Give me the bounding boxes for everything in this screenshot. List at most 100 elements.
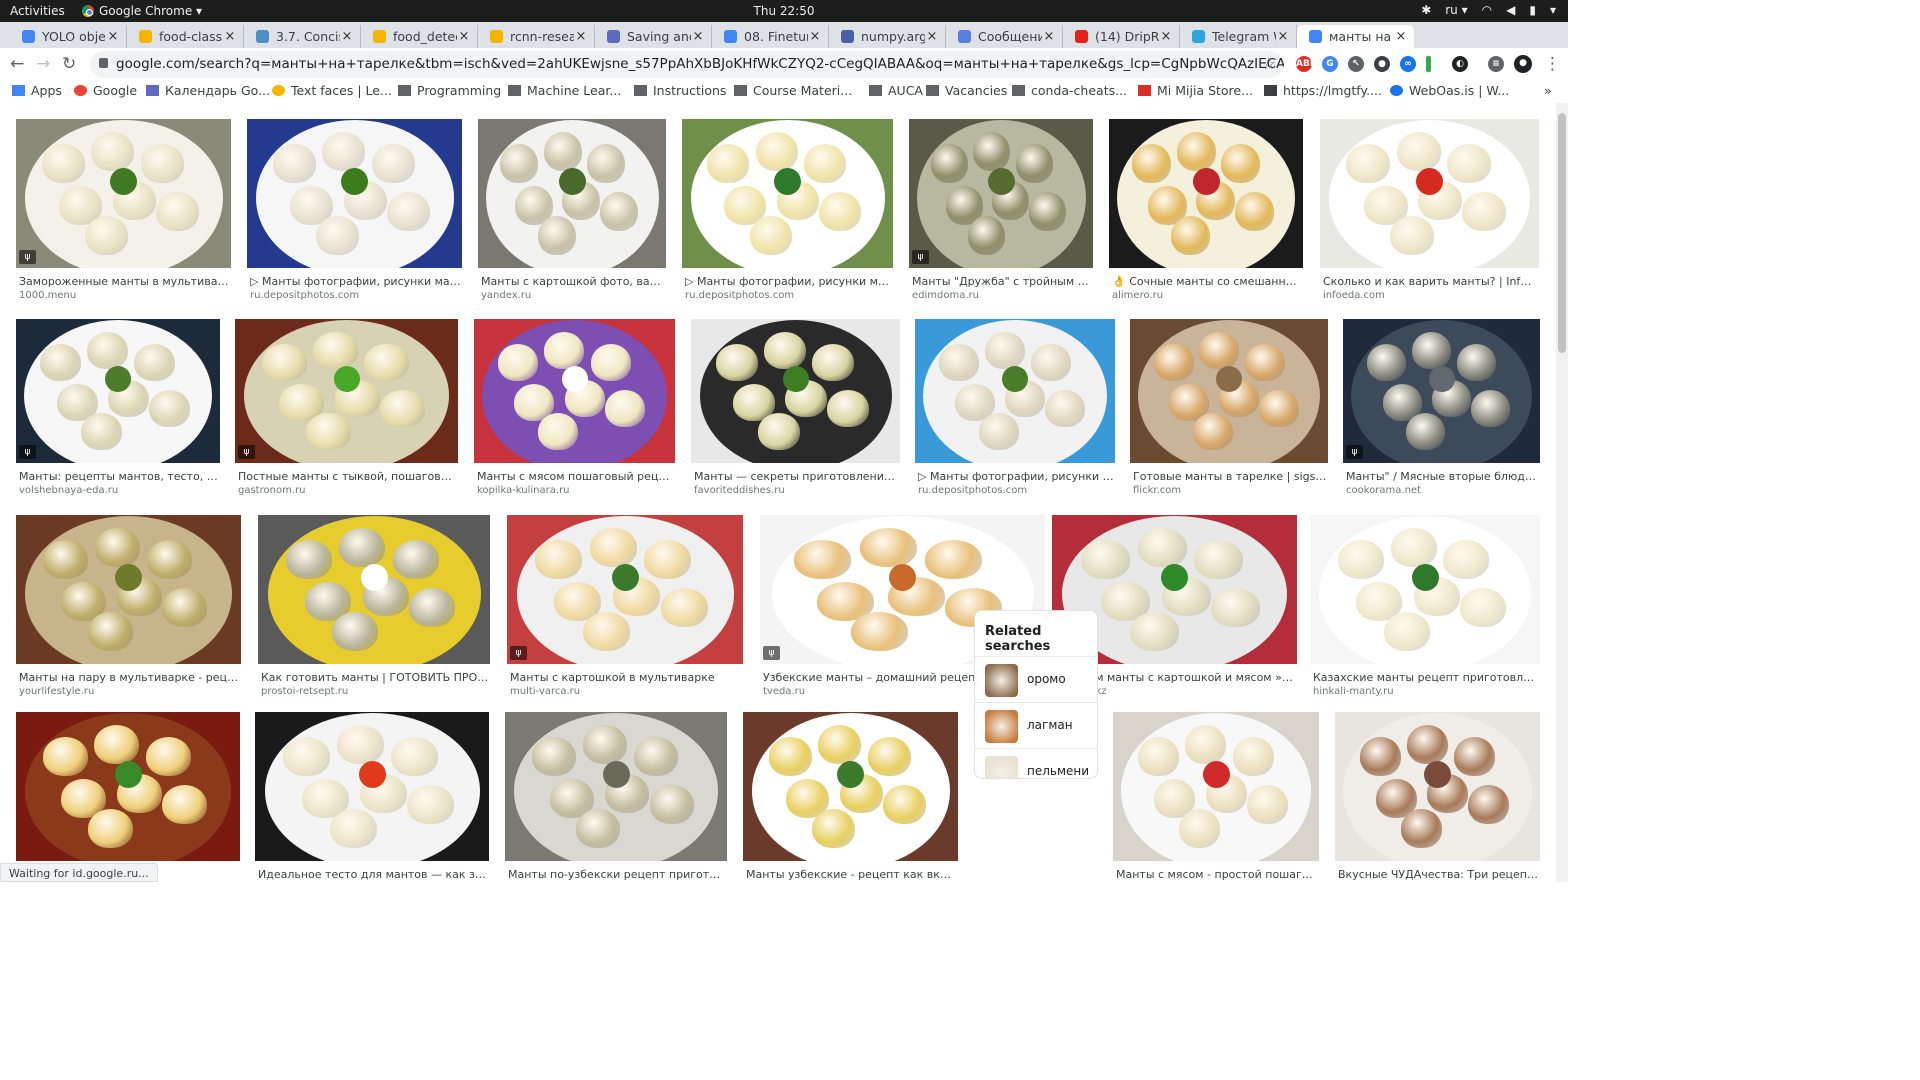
- browser-tab[interactable]: манты на та×: [1297, 25, 1414, 48]
- result-caption[interactable]: Как готовить манты | ГОТОВИТЬ ПРОСТО!: [261, 671, 489, 684]
- bar-extension-icon[interactable]: [1426, 56, 1431, 72]
- result-caption[interactable]: Сколько и как варить манты? | InfoEda.co…: [1323, 275, 1538, 288]
- result-thumbnail[interactable]: [1320, 119, 1539, 268]
- browser-tab[interactable]: Saving and ×: [595, 25, 712, 48]
- image-result[interactable]: Манты с мясом пошаговый рецепт бы... kopi…: [474, 319, 675, 499]
- scrollbar[interactable]: [1556, 103, 1568, 882]
- image-result[interactable]: Манты с мясом - простой пошаговый р...: [1113, 712, 1319, 882]
- result-caption[interactable]: Манты с картошкой фото, вареные ...: [481, 275, 665, 288]
- result-thumbnail[interactable]: [478, 119, 666, 268]
- image-result[interactable]: ▷ Манты фотографии, рисунки манти | ск..…: [682, 119, 893, 304]
- browser-tab[interactable]: food-classif ×: [127, 25, 244, 48]
- system-tray[interactable]: ✱ ru ▾ ◠ ◀ ▮ ▾: [1421, 3, 1556, 17]
- tab-close-icon[interactable]: ×: [1159, 29, 1173, 44]
- browser-tab[interactable]: numpy.argr×: [829, 25, 946, 48]
- tab-close-icon[interactable]: ×: [457, 29, 471, 44]
- bookmark-item[interactable]: AUCA: [869, 83, 923, 98]
- image-result[interactable]: ψ Постные манты с тыквой, пошаговый реце.…: [235, 319, 458, 499]
- browser-tab[interactable]: 08. Finetun ×: [712, 25, 829, 48]
- bookmark-item[interactable]: Programming: [398, 83, 501, 98]
- related-search-item[interactable]: лагман: [975, 703, 1097, 749]
- result-caption[interactable]: Постные манты с тыквой, пошаговый реце..…: [238, 470, 457, 483]
- result-caption[interactable]: Казахские манты рецепт приготовления пош…: [1313, 671, 1539, 684]
- result-caption[interactable]: Манты" / Мясные вторые блюда / Кук...: [1346, 470, 1539, 483]
- image-result[interactable]: Вкусные ЧУДАчества: Три рецепта в од...: [1335, 712, 1540, 882]
- bookmark-item[interactable]: Machine Lear...: [508, 83, 621, 98]
- result-caption[interactable]: ▷ Манты фотографии, рисунки манти |...: [918, 470, 1114, 483]
- tab-close-icon[interactable]: ×: [691, 29, 705, 44]
- image-result[interactable]: Манты на пару в мультиварке - рецепты пр…: [16, 515, 241, 700]
- bookmark-item[interactable]: Course Materi...: [734, 83, 852, 98]
- bookmark-item[interactable]: conda-cheats...: [1012, 83, 1127, 98]
- tab-close-icon[interactable]: ×: [925, 29, 939, 44]
- browser-tab[interactable]: food_detec ×: [361, 25, 478, 48]
- slack-icon[interactable]: ✱: [1421, 3, 1431, 17]
- related-search-item[interactable]: оромо: [975, 657, 1097, 703]
- result-caption[interactable]: Манты с картошкой в мультиварке: [510, 671, 742, 684]
- image-result[interactable]: ψ Манты" / Мясные вторые блюда / Кук... co…: [1343, 319, 1540, 499]
- language-indicator[interactable]: ru ▾: [1445, 3, 1467, 17]
- image-result[interactable]: ψ Манты: рецепты мантов, тесто, начинк...…: [16, 319, 220, 499]
- browser-tab[interactable]: (14) DripRe×: [1063, 25, 1180, 48]
- result-caption[interactable]: 👌 Сочные манты со смешанным мяс...: [1112, 275, 1302, 288]
- image-result[interactable]: Как готовить манты | ГОТОВИТЬ ПРОСТО! pro…: [258, 515, 490, 700]
- result-thumbnail[interactable]: [16, 712, 240, 861]
- image-result[interactable]: Идеальное тесто для мантов — как завести…: [255, 712, 489, 882]
- tab-close-icon[interactable]: ×: [1276, 29, 1290, 44]
- browser-tab[interactable]: 3.7. Concise×: [244, 25, 361, 48]
- result-caption[interactable]: Манты: рецепты мантов, тесто, начинк...: [19, 470, 219, 483]
- clock[interactable]: Thu 22:50: [0, 4, 1568, 18]
- tab-close-icon[interactable]: ×: [106, 29, 120, 44]
- address-bar[interactable]: google.com/search?q=манты+на+тарелке&tbm…: [90, 51, 1284, 78]
- result-thumbnail[interactable]: [1130, 319, 1328, 463]
- result-caption[interactable]: ▷ Манты фотографии, рисунки манти | ск..…: [685, 275, 892, 288]
- result-thumbnail[interactable]: [682, 119, 893, 268]
- result-thumbnail[interactable]: [247, 119, 462, 268]
- browser-tab[interactable]: YOLO objec ×: [10, 25, 127, 48]
- result-caption[interactable]: Вкусные ЧУДАчества: Три рецепта в од...: [1338, 868, 1539, 881]
- image-result[interactable]: ψ Манты "Дружба" с тройным мясом... edimdo…: [909, 119, 1093, 304]
- bookmark-item[interactable]: Text faces | Le...: [272, 83, 392, 98]
- related-search-item[interactable]: пельмени: [975, 749, 1097, 778]
- back-icon[interactable]: ←: [10, 54, 24, 74]
- tab-close-icon[interactable]: ×: [223, 29, 237, 44]
- result-thumbnail[interactable]: [915, 319, 1115, 463]
- bookmark-item[interactable]: Календарь Go...: [146, 83, 270, 98]
- tab-close-icon[interactable]: ×: [1042, 29, 1056, 44]
- result-caption[interactable]: Манты по-узбекски рецепт приготовления .…: [508, 868, 726, 881]
- result-caption[interactable]: Манты узбекские - рецепт как вкусно при.…: [746, 868, 957, 881]
- tab-close-icon[interactable]: ×: [808, 29, 822, 44]
- image-result[interactable]: ψ Замороженные манты в мультиварке рец...…: [16, 119, 231, 304]
- bookmark-item[interactable]: Instructions: [634, 83, 726, 98]
- result-thumbnail[interactable]: [743, 712, 958, 861]
- image-result[interactable]: ψ Манты с картошкой в мультиварке multi-va…: [507, 515, 743, 700]
- result-thumbnail[interactable]: ψ: [1343, 319, 1540, 463]
- image-result[interactable]: Манты — секреты приготовления | Реце... f…: [691, 319, 900, 499]
- bookmark-item[interactable]: https://lmgtfy....: [1264, 83, 1382, 98]
- google-extension-icon[interactable]: G: [1322, 56, 1338, 72]
- darkmode-extension-icon[interactable]: ◐: [1452, 56, 1468, 72]
- image-result[interactable]: Манты с картошкой фото, вареные ... yande…: [478, 119, 666, 304]
- image-result[interactable]: ▷ Манты фотографии, рисунки манти |... ru…: [915, 319, 1115, 499]
- result-caption[interactable]: Манты — секреты приготовления | Реце...: [694, 470, 899, 483]
- infinity-extension-icon[interactable]: ∞: [1400, 56, 1416, 72]
- image-result[interactable]: ▷ Манты фотографии, рисунки манти | ск..…: [247, 119, 462, 304]
- image-result[interactable]: 👌 Сочные манты со смешанным мяс... alimer…: [1109, 119, 1303, 304]
- bookmark-item[interactable]: Mi Mijia Store...: [1138, 83, 1253, 98]
- image-result[interactable]: Казахские манты рецепт приготовления пош…: [1310, 515, 1540, 700]
- bookmarks-overflow-icon[interactable]: »: [1544, 83, 1552, 98]
- image-result[interactable]: Сколько и как варить манты? | InfoEda.co…: [1320, 119, 1539, 304]
- result-thumbnail[interactable]: [16, 515, 241, 664]
- bookmark-item[interactable]: Apps: [12, 83, 62, 98]
- result-thumbnail[interactable]: ψ: [909, 119, 1093, 268]
- result-caption[interactable]: Готовые манты в тарелке | sigsergv | F..…: [1133, 470, 1327, 483]
- result-thumbnail[interactable]: [1335, 712, 1540, 861]
- result-caption[interactable]: Замороженные манты в мультиварке рец...: [19, 275, 230, 288]
- result-thumbnail[interactable]: [255, 712, 489, 861]
- menu-dots-icon[interactable]: ⋮: [1544, 54, 1561, 74]
- forward-icon[interactable]: →: [36, 54, 50, 74]
- browser-tab[interactable]: rcnn-resear×: [478, 25, 595, 48]
- result-caption[interactable]: Идеальное тесто для мантов — как завести…: [258, 868, 488, 881]
- image-result[interactable]: [16, 712, 240, 882]
- tab-close-icon[interactable]: ×: [574, 29, 588, 44]
